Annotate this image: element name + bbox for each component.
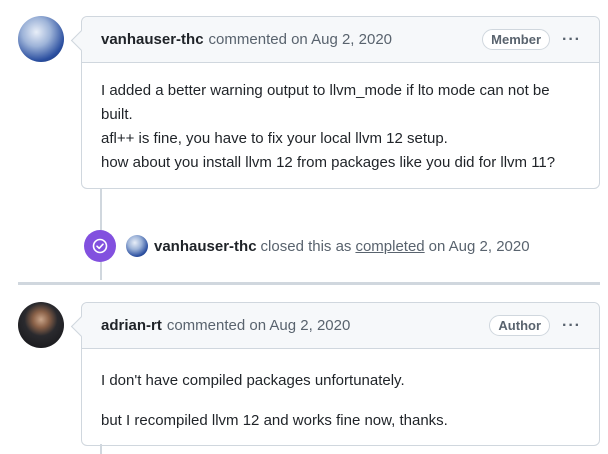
comment-body: I don't have compiled packages unfortuna…: [82, 349, 599, 433]
comment-body: I added a better warning output to llvm_…: [82, 63, 599, 175]
comment-paragraph: afl++ is fine, you have to fix your loca…: [101, 130, 448, 147]
comment-author[interactable]: vanhauser-thc: [101, 31, 204, 48]
avatar-adrian-rt[interactable]: [18, 302, 64, 348]
event-date[interactable]: on Aug 2, 2020: [429, 238, 530, 255]
completed-link[interactable]: completed: [355, 238, 424, 255]
event-author[interactable]: vanhauser-thc: [154, 238, 257, 255]
comment-paragraph: but I recompiled llvm 12 and works fine …: [101, 412, 448, 429]
comment-header: vanhauser-thc commented on Aug 2, 2020 M…: [82, 17, 599, 63]
event-text: closed this as: [260, 237, 352, 255]
comment-author[interactable]: adrian-rt: [101, 317, 162, 334]
comment-header: adrian-rt commented on Aug 2, 2020 Autho…: [82, 303, 599, 349]
avatar-small[interactable]: [126, 235, 148, 257]
avatar-vanhauser-thc[interactable]: [18, 16, 64, 62]
issue-timeline: vanhauser-thc commented on Aug 2, 2020 M…: [0, 0, 608, 454]
comment-paragraph: how about you install llvm 12 from packa…: [101, 154, 556, 171]
comment-paragraph: I added a better warning output to llvm_…: [101, 82, 550, 123]
more-options-icon[interactable]: ···: [562, 317, 581, 335]
comment-timestamp[interactable]: commented on Aug 2, 2020: [209, 31, 392, 48]
comment-box-2: adrian-rt commented on Aug 2, 2020 Autho…: [81, 302, 600, 446]
timeline-divider: [18, 282, 600, 285]
closed-event: vanhauser-thc closed this as completed o…: [84, 230, 534, 262]
member-badge: Member: [482, 29, 551, 50]
comment-box-1: vanhauser-thc commented on Aug 2, 2020 M…: [81, 16, 600, 189]
comment-timestamp[interactable]: commented on Aug 2, 2020: [167, 317, 350, 334]
comment-paragraph: I don't have compiled packages unfortuna…: [101, 372, 405, 389]
author-badge: Author: [489, 315, 551, 336]
more-options-icon[interactable]: ···: [562, 31, 581, 49]
check-circle-icon: [84, 230, 116, 262]
timeline-line: [100, 444, 102, 454]
